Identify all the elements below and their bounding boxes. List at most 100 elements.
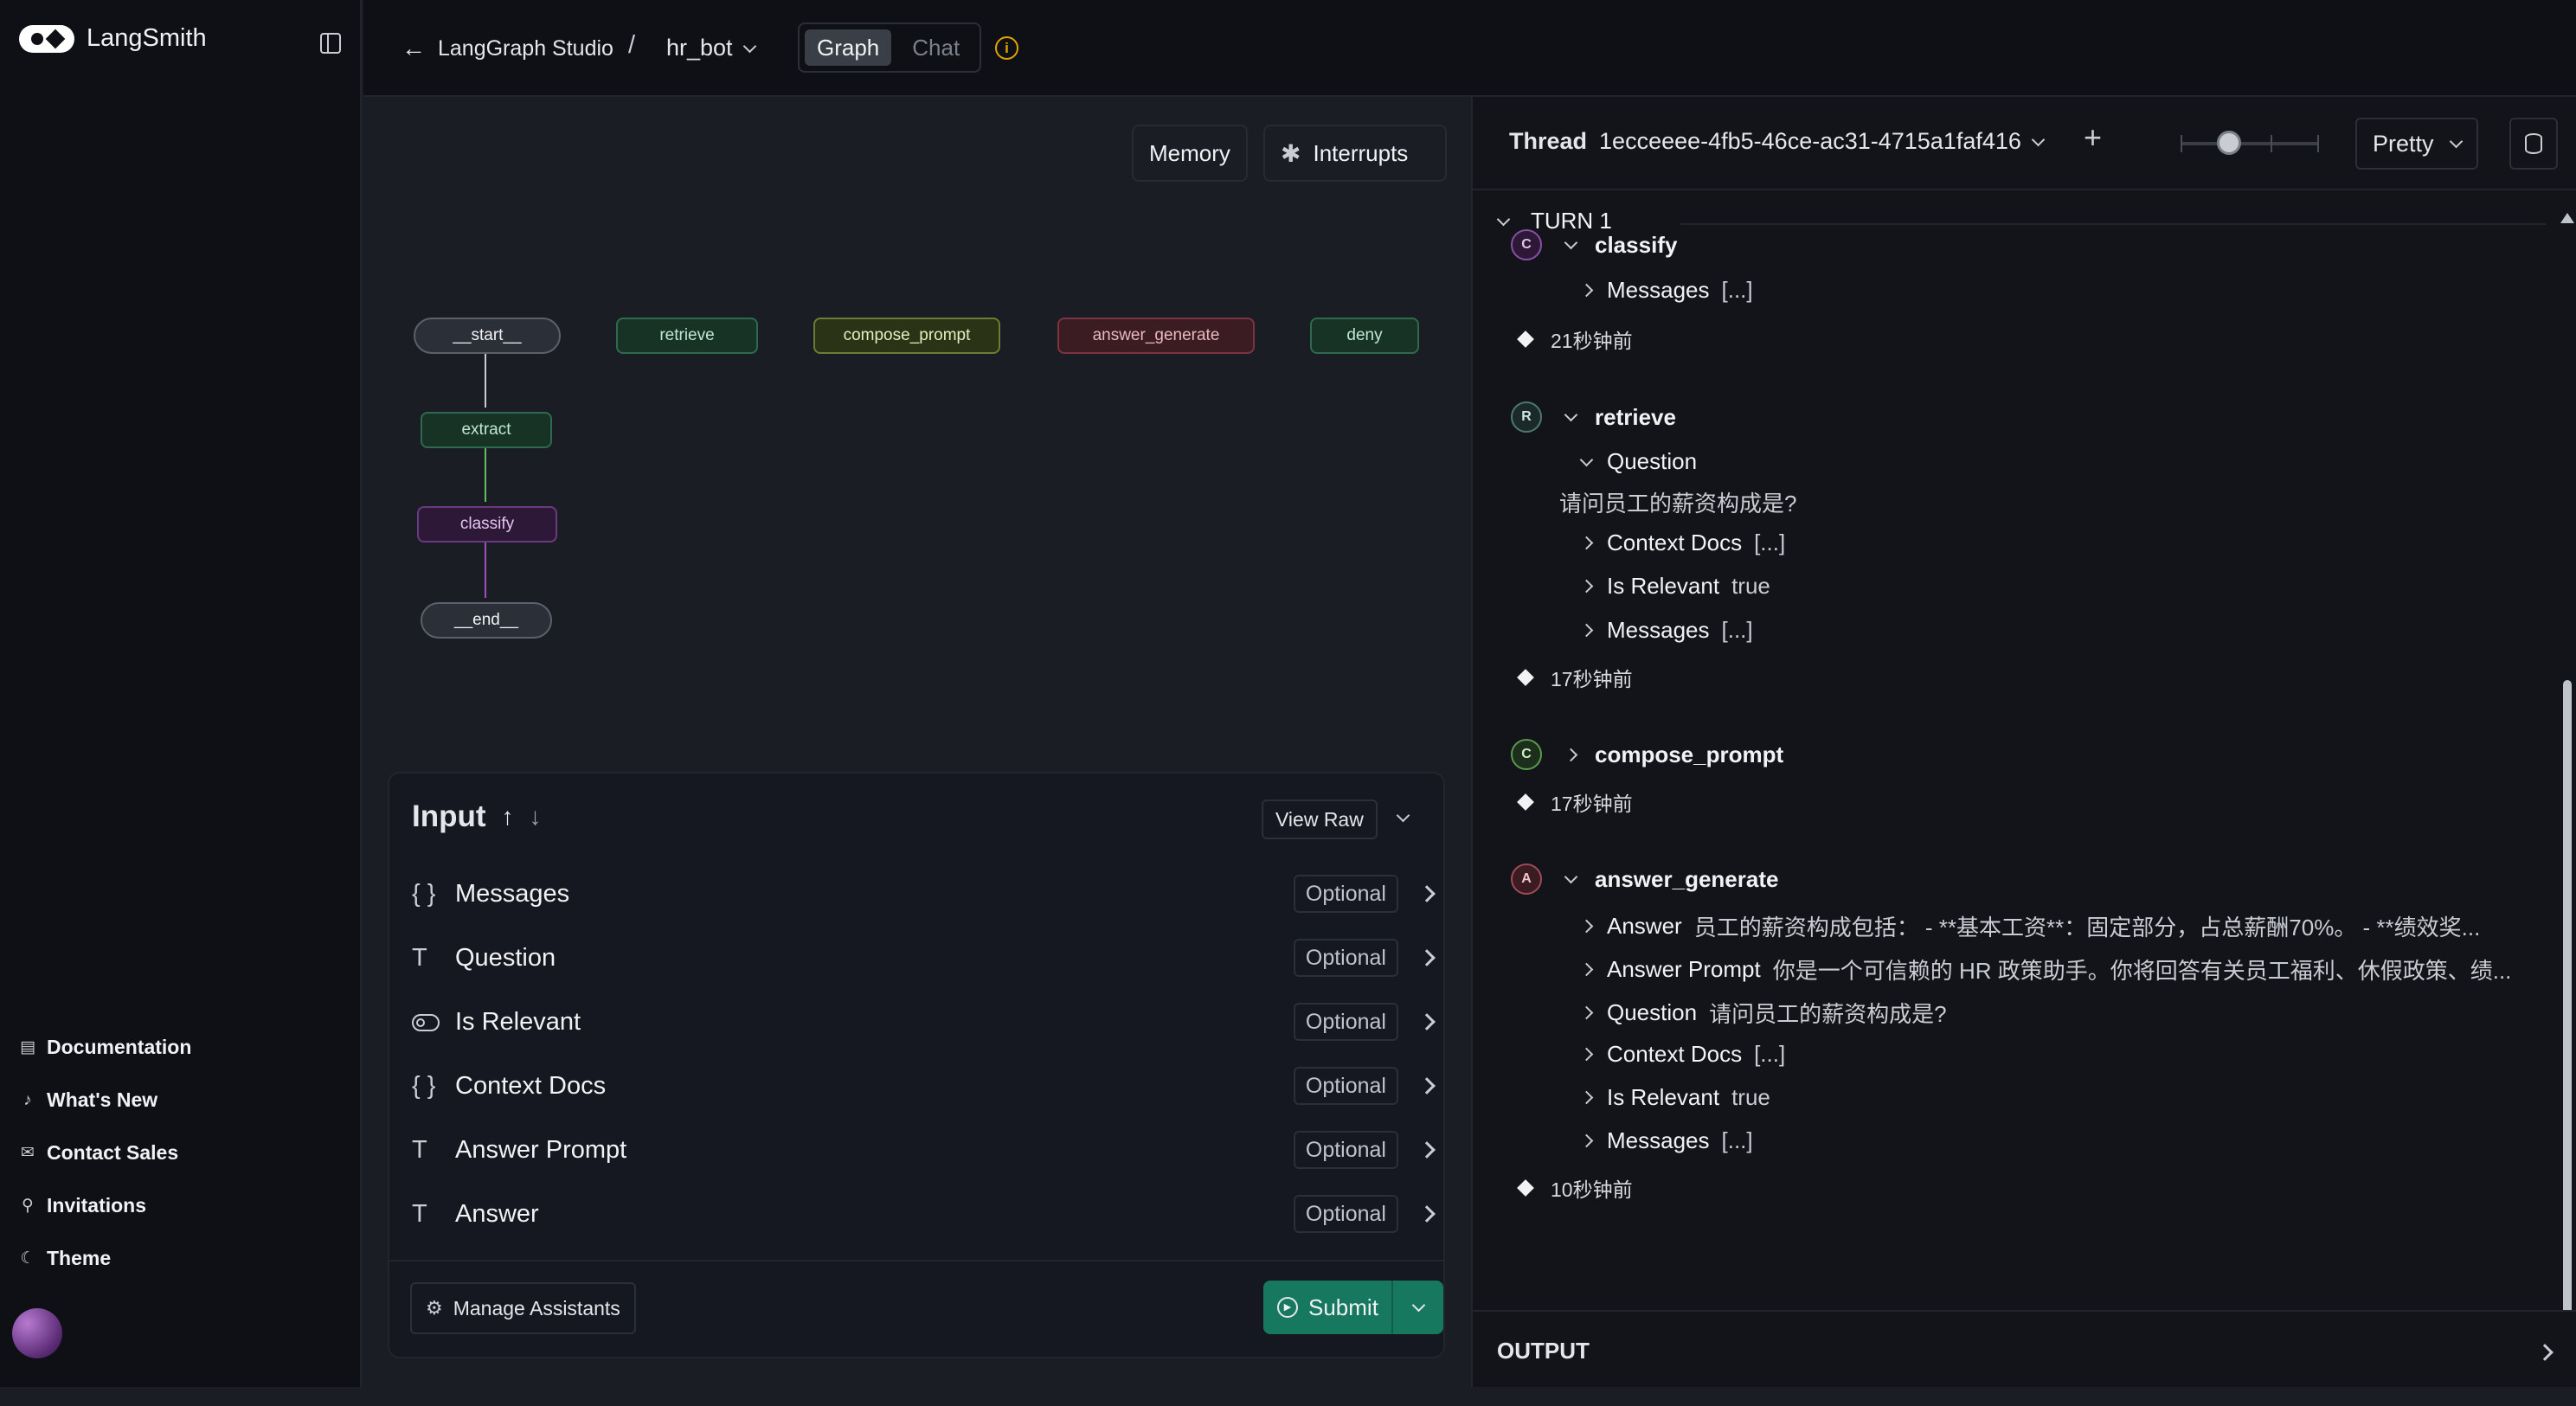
field-row-expanded[interactable]: Question <box>1579 448 1697 475</box>
submit-button[interactable]: ▶ Submit <box>1263 1281 1393 1334</box>
chevron-right-icon[interactable] <box>1418 1077 1436 1095</box>
input-field-answer-prompt[interactable]: T Answer Prompt Optional <box>412 1118 1436 1182</box>
chevron-right-icon <box>1579 919 1594 934</box>
arrow-down-icon[interactable]: ↓ <box>530 803 542 831</box>
tab-chat[interactable]: Chat <box>900 29 972 66</box>
info-icon[interactable]: i <box>995 36 1018 60</box>
play-circle-icon: ▶ <box>1277 1297 1298 1318</box>
node-retrieve[interactable]: retrieve <box>616 318 758 354</box>
sidebar-item-contact-sales[interactable]: ✉ Contact Sales <box>19 1127 191 1179</box>
tab-graph[interactable]: Graph <box>805 29 892 66</box>
memory-button[interactable]: Memory <box>1132 125 1248 182</box>
field-label: Answer <box>455 1199 539 1228</box>
field-value: 你是一个可信赖的 HR 政策助手。你将回答有关员工福利、休假政策、绩... <box>1772 958 2512 984</box>
input-field-question[interactable]: T Question Optional <box>412 926 1436 990</box>
node-start[interactable]: __start__ <box>414 318 561 354</box>
input-field-messages[interactable]: { } Messages Optional <box>412 862 1436 926</box>
output-section[interactable]: OUTPUT <box>1473 1310 2576 1387</box>
user-plus-icon: ⚲ <box>22 1197 34 1215</box>
project-selector[interactable]: hr_bot <box>666 35 756 61</box>
step-classify[interactable]: C classify <box>1511 229 1677 260</box>
view-raw-button[interactable]: View Raw <box>1262 799 1378 839</box>
chevron-right-icon <box>1579 962 1594 977</box>
view-mode-select[interactable]: Pretty <box>2355 118 2478 170</box>
sidebar-item-invitations[interactable]: ⚲ Invitations <box>19 1179 191 1232</box>
new-thread-plus-icon[interactable]: + <box>2084 119 2102 156</box>
field-row[interactable]: Is Relevant true <box>1579 573 1770 600</box>
bug-icon: ✱ <box>1281 139 1301 167</box>
edge-extract-classify <box>485 448 486 502</box>
sidebar-toggle-icon[interactable] <box>320 33 341 54</box>
chevron-right-icon[interactable] <box>1418 1013 1436 1030</box>
node-answer-generate[interactable]: answer_generate <box>1057 318 1255 354</box>
field-row[interactable]: Answer 员工的薪资构成包括： - **基本工资**：固定部分，占总薪酬70… <box>1579 910 2481 942</box>
arrow-up-icon[interactable]: ↑ <box>502 803 514 831</box>
input-field-is-relevant[interactable]: Is Relevant Optional <box>412 990 1436 1054</box>
node-deny[interactable]: deny <box>1310 318 1419 354</box>
field-row[interactable]: Is Relevant true <box>1579 1084 1770 1111</box>
brand[interactable]: LangSmith <box>19 24 207 53</box>
field-row[interactable]: Messages [...] <box>1579 617 1753 644</box>
field-value: 员工的薪资构成包括： - **基本工资**：固定部分，占总薪酬70%。 - **… <box>1693 915 2481 941</box>
submit-dropdown[interactable] <box>1393 1298 1443 1313</box>
node-classify[interactable]: classify <box>417 506 557 542</box>
field-value: 请问员工的薪资构成是? <box>1559 491 1797 517</box>
sidebar-item-theme[interactable]: ☾ Theme <box>19 1232 191 1285</box>
timestamp: 21秒钟前 <box>1551 330 1633 352</box>
field-key: Is Relevant <box>1607 1084 1720 1110</box>
scrollbar[interactable] <box>2560 213 2575 1381</box>
scroll-up-icon[interactable] <box>2560 213 2574 223</box>
field-value-block: 请问员工的薪资构成是? <box>1559 486 1796 518</box>
thread-selector[interactable]: Thread 1ecceeee-4fb5-46ce-ac31-4715a1faf… <box>1509 128 2046 155</box>
thread-panel: Thread 1ecceeee-4fb5-46ce-ac31-4715a1faf… <box>1471 97 2576 1387</box>
field-value: true <box>1731 573 1770 599</box>
database-icon <box>2525 133 2542 154</box>
step-name: answer_generate <box>1595 865 1779 892</box>
input-field-answer[interactable]: T Answer Optional <box>412 1182 1436 1246</box>
slider-tick <box>2181 135 2182 152</box>
step-compose-prompt[interactable]: C compose_prompt <box>1511 739 1783 770</box>
chevron-down-icon <box>1564 870 1578 884</box>
interrupts-button[interactable]: ✱ Interrupts <box>1263 125 1447 182</box>
field-row[interactable]: Messages [...] <box>1579 1127 1753 1154</box>
field-value: [...] <box>1754 530 1786 555</box>
node-extract[interactable]: extract <box>421 412 552 448</box>
manage-assistants-label: Manage Assistants <box>453 1296 620 1319</box>
field-label: Answer Prompt <box>455 1135 627 1164</box>
chevron-right-icon[interactable] <box>1418 1141 1436 1159</box>
field-value: [...] <box>1721 617 1753 643</box>
step-retrieve[interactable]: R retrieve <box>1511 401 1676 433</box>
chevron-right-icon[interactable] <box>1418 1205 1436 1223</box>
input-field-context-docs[interactable]: { } Context Docs Optional <box>412 1054 1436 1118</box>
edge-start-extract <box>485 354 486 408</box>
chevron-down-icon <box>1564 235 1578 250</box>
chevron-right-icon[interactable] <box>1418 949 1436 966</box>
slider-knob[interactable] <box>2217 131 2241 155</box>
text-type-icon: T <box>412 1135 427 1164</box>
field-row[interactable]: Context Docs [...] <box>1579 1041 1785 1068</box>
chevron-down-icon[interactable] <box>1396 808 1410 823</box>
field-row[interactable]: Messages [...] <box>1579 277 1753 304</box>
back-link[interactable]: ← LangGraph Studio <box>401 35 613 62</box>
sidebar-item-whats-new[interactable]: ♪ What's New <box>19 1074 191 1127</box>
optional-badge: Optional <box>1293 939 1398 977</box>
optional-badge: Optional <box>1293 1067 1398 1105</box>
manage-assistants-button[interactable]: ⚙ Manage Assistants <box>410 1282 636 1334</box>
timestamp-row: 10秒钟前 <box>1517 1173 1633 1203</box>
chevron-right-icon[interactable] <box>1418 885 1436 902</box>
node-compose-prompt[interactable]: compose_prompt <box>813 318 1000 354</box>
submit-label: Submit <box>1308 1294 1378 1320</box>
step-answer-generate[interactable]: A answer_generate <box>1511 864 1778 895</box>
field-row[interactable]: Question 请问员工的薪资构成是? <box>1579 997 1947 1029</box>
field-row[interactable]: Answer Prompt 你是一个可信赖的 HR 政策助手。你将回答有关员工福… <box>1579 953 2512 985</box>
field-key: Question <box>1607 999 1698 1025</box>
node-end[interactable]: __end__ <box>421 602 552 639</box>
scroll-thumb[interactable] <box>2563 680 2572 1364</box>
history-slider[interactable] <box>2181 131 2319 155</box>
database-button[interactable] <box>2509 118 2558 170</box>
field-row[interactable]: Context Docs [...] <box>1579 530 1786 556</box>
chevron-right-icon <box>1579 579 1594 594</box>
sidebar-item-documentation[interactable]: ▤ Documentation <box>19 1021 191 1074</box>
avatar[interactable] <box>12 1308 62 1358</box>
project-name: hr_bot <box>666 35 733 61</box>
